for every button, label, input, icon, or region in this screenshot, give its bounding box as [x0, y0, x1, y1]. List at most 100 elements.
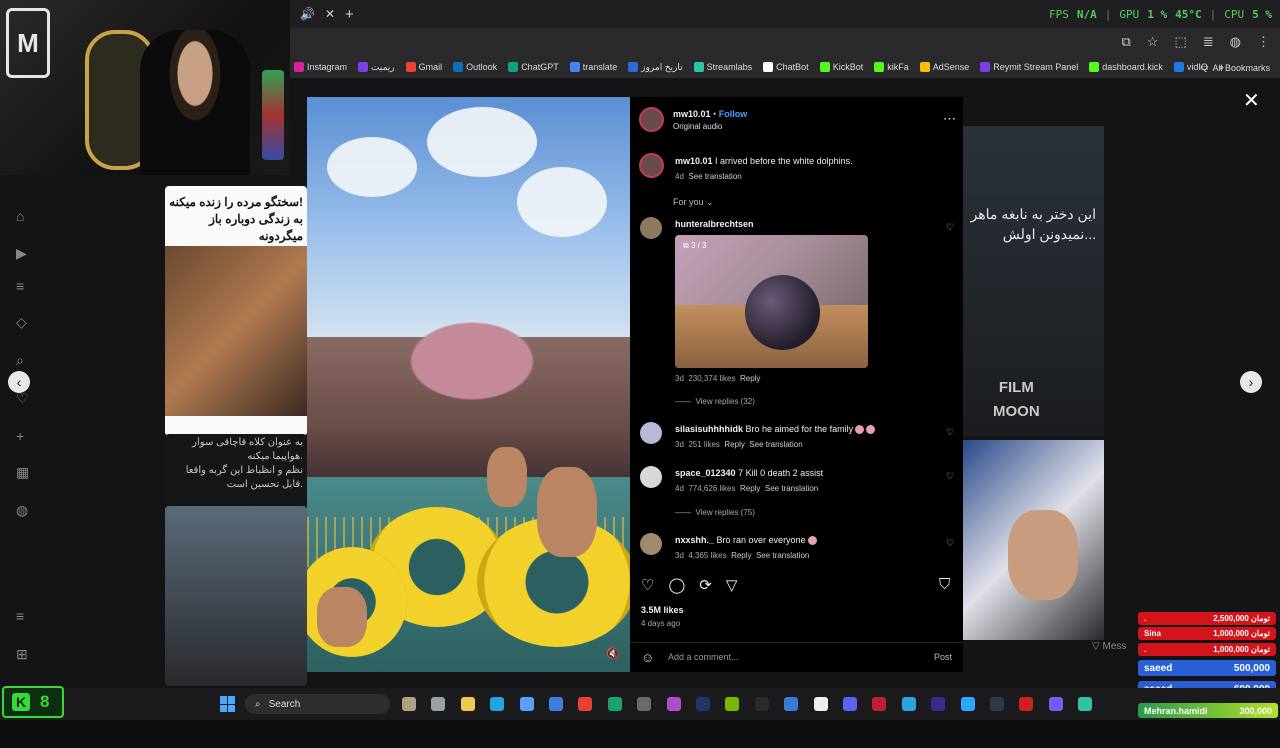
taskbar-app-icon[interactable]: [607, 697, 622, 711]
taskbar-app-icon[interactable]: [960, 697, 975, 711]
caption-avatar[interactable]: [639, 153, 664, 178]
comment-image[interactable]: ⧉ 3 / 3: [675, 235, 868, 368]
taskbar-app-icon[interactable]: [431, 697, 446, 711]
taskbar-app-icon[interactable]: [490, 697, 505, 711]
new-tab-button[interactable]: +: [345, 6, 354, 23]
view-replies-button[interactable]: —— View replies (32): [675, 397, 755, 406]
comment-username[interactable]: space_012340: [675, 468, 736, 478]
like-comment-icon[interactable]: ♡: [946, 538, 954, 549]
comment-avatar[interactable]: [640, 217, 662, 239]
reels-icon[interactable]: ▶: [16, 245, 32, 261]
reply-button[interactable]: Reply: [740, 374, 760, 383]
audio-label[interactable]: Original audio: [673, 122, 722, 131]
previous-post-button[interactable]: ‹: [8, 371, 30, 393]
see-translation-link[interactable]: See translation: [688, 172, 741, 181]
reply-button[interactable]: Reply: [724, 440, 744, 449]
share-icon[interactable]: ▽: [726, 576, 738, 594]
taskbar-app-icon[interactable]: [578, 697, 593, 711]
taskbar-app-icon[interactable]: [666, 697, 681, 711]
comment-icon[interactable]: ◯: [668, 576, 685, 594]
media-icon[interactable]: ≣: [1203, 34, 1214, 50]
see-translation-link[interactable]: See translation: [749, 440, 802, 449]
taskbar-app-icon[interactable]: [784, 697, 799, 711]
left-reel-card-3[interactable]: [165, 506, 307, 686]
bookmark-item[interactable]: Outlook: [453, 62, 497, 72]
taskbar-app-icon[interactable]: [990, 697, 1004, 711]
reel-video[interactable]: [307, 97, 630, 672]
author-username[interactable]: mw10.01: [673, 109, 711, 119]
bookmark-item[interactable]: translate: [569, 62, 617, 72]
for-you-filter[interactable]: For you ⌄: [673, 197, 714, 208]
close-modal-button[interactable]: ✕: [1243, 88, 1261, 112]
cast-icon[interactable]: ⧉: [1122, 34, 1131, 50]
home-icon[interactable]: ⌂: [16, 208, 32, 224]
view-replies-button[interactable]: —— View replies (75): [675, 508, 755, 517]
menu-kebab-icon[interactable]: ⋮: [1257, 34, 1270, 50]
more-options-icon[interactable]: ⋯: [943, 111, 956, 127]
right-reel-card-1[interactable]: این دختر به نابغه ماهر نمیدونن اولش... F…: [963, 126, 1104, 436]
comment-username[interactable]: hunteralbrechtsen: [675, 219, 754, 229]
comment-username[interactable]: nxxshh._: [675, 535, 714, 545]
apps-icon[interactable]: ⊞: [16, 646, 32, 662]
list-icon[interactable]: ≡: [16, 278, 32, 294]
taskbar-app-icon[interactable]: [754, 697, 769, 711]
taskbar-app-icon[interactable]: [519, 697, 534, 711]
like-icon[interactable]: ♡: [641, 576, 654, 594]
taskbar-app-icon[interactable]: [1048, 697, 1063, 711]
windows-start-icon[interactable]: [220, 696, 236, 712]
explore-icon[interactable]: ◇: [16, 314, 32, 330]
taskbar-app-icon[interactable]: [725, 697, 740, 711]
taskbar-app-icon[interactable]: [549, 697, 563, 711]
post-comment-button[interactable]: Post: [934, 652, 952, 662]
author-avatar[interactable]: [639, 107, 664, 132]
stats-icon[interactable]: ▦: [16, 464, 32, 480]
all-bookmarks-button[interactable]: ▭ All Bookmarks: [1200, 62, 1270, 73]
bookmark-item[interactable]: Gmail: [405, 62, 442, 72]
taskbar-app-icon[interactable]: [872, 697, 887, 711]
see-translation-link[interactable]: See translation: [765, 484, 818, 493]
comment-username[interactable]: silasisuhhhhidk: [675, 424, 743, 434]
caption-username[interactable]: mw10.01: [675, 156, 713, 166]
taskbar-app-icon[interactable]: [813, 697, 828, 711]
see-translation-link[interactable]: See translation: [756, 551, 809, 560]
comment-avatar[interactable]: [640, 533, 662, 555]
bookmark-item[interactable]: AdSense: [919, 62, 969, 72]
bookmark-item[interactable]: ChatGPT: [508, 62, 559, 72]
bookmark-item[interactable]: Reymit Stream Panel: [980, 62, 1078, 72]
bookmark-item[interactable]: Streamlabs: [693, 62, 752, 72]
taskbar-app-icon[interactable]: [402, 697, 416, 711]
taskbar-app-icon[interactable]: [901, 697, 916, 711]
taskbar-app-icon[interactable]: [931, 697, 946, 711]
like-comment-icon[interactable]: ♡: [946, 427, 954, 438]
taskbar-app-icon[interactable]: [843, 697, 857, 711]
create-icon[interactable]: +: [16, 428, 32, 444]
more-menu-icon[interactable]: ≡: [16, 608, 32, 624]
taskbar-app-icon[interactable]: [696, 697, 710, 711]
reply-button[interactable]: Reply: [731, 551, 751, 560]
tab-close-button[interactable]: ✕: [325, 7, 335, 21]
likes-count[interactable]: 3.5M likes: [641, 605, 684, 615]
taskbar-app-icon[interactable]: [637, 697, 652, 711]
speaker-icon[interactable]: 🔊: [300, 7, 315, 21]
bookmark-item[interactable]: dashboard.kick: [1089, 62, 1163, 72]
right-reel-card-2[interactable]: [963, 440, 1104, 640]
save-icon[interactable]: ⛉: [939, 576, 950, 593]
bookmark-item[interactable]: ریمیت: [358, 62, 395, 73]
follow-button[interactable]: Follow: [719, 109, 748, 119]
comment-avatar[interactable]: [640, 422, 662, 444]
left-reel-card-1[interactable]: سختگو مرده را زنده میکنه! به زندگی دوبار…: [165, 186, 307, 436]
taskbar-app-icon[interactable]: [1078, 697, 1093, 711]
like-comment-icon[interactable]: ♡: [946, 471, 954, 482]
like-comment-icon[interactable]: ♡: [946, 222, 954, 233]
bookmark-item[interactable]: ChatBot: [763, 62, 809, 72]
browser-tab[interactable]: 🔊 ✕ +: [300, 4, 362, 24]
bookmark-item[interactable]: Instagram: [294, 62, 347, 72]
bookmark-star-icon[interactable]: ☆: [1147, 34, 1159, 50]
mute-button[interactable]: 🔇: [606, 647, 620, 660]
comment-avatar[interactable]: [640, 466, 662, 488]
repost-icon[interactable]: ⟳: [699, 576, 712, 594]
search-icon[interactable]: ⌕: [16, 352, 32, 368]
taskbar-search[interactable]: ⌕ Search: [245, 694, 390, 714]
bookmark-item[interactable]: تاریخ امروز: [628, 62, 683, 73]
bookmark-item[interactable]: kikFa: [874, 62, 909, 72]
